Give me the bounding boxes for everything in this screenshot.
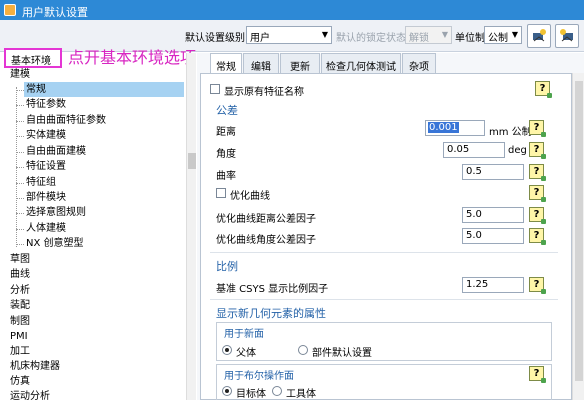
tree-item-drafting[interactable]: 制图 — [10, 314, 30, 329]
tolerance-title: 公差 — [216, 104, 238, 117]
tree-item-freeform-modeling[interactable]: 自由曲面建模 — [26, 144, 86, 159]
help-icon[interactable]: ? — [529, 228, 546, 245]
level-select[interactable]: 用户 ▼ — [246, 26, 332, 44]
csys-scale-label: 基准 CSYS 显示比例因子 — [216, 284, 329, 295]
tree-item-sketch[interactable]: 草图 — [10, 252, 30, 267]
tab-misc[interactable]: 杂项 — [402, 53, 436, 73]
lock-label: 默认的锁定状态 — [336, 33, 406, 44]
tool-body-label: 工具体 — [286, 389, 316, 400]
app-icon — [4, 4, 16, 16]
boolean-face-label: 用于布尔操作面 — [224, 371, 294, 382]
part-default-label: 部件默认设置 — [312, 348, 372, 359]
scroll-thumb[interactable] — [188, 153, 196, 169]
distance-label: 距离 — [216, 127, 236, 138]
angle-label: 角度 — [216, 149, 236, 160]
new-face-group — [216, 322, 552, 361]
scroll-thumb[interactable] — [575, 81, 583, 381]
new-face-label: 用于新面 — [224, 329, 264, 340]
help-icon[interactable]: ? — [529, 207, 546, 224]
title-bar: 用户默认设置 — [0, 0, 584, 20]
unit-select[interactable]: 公制 ▼ — [484, 26, 522, 44]
tree-item-human-modeling[interactable]: 人体建模 — [26, 221, 66, 236]
optimize-curve-checkbox[interactable] — [216, 188, 226, 198]
angle-unit: deg — [508, 145, 527, 156]
unit-label: 单位制 — [455, 33, 485, 44]
curvature-label: 曲率 — [216, 171, 236, 182]
show-names-label: 显示原有特征名称 — [224, 87, 304, 98]
tab-edit[interactable]: 编辑 — [243, 53, 279, 73]
tree-item-analysis[interactable]: 分析 — [10, 283, 30, 298]
tree-item-solid-modeling[interactable]: 实体建模 — [26, 128, 66, 143]
tree-item-freeform-params[interactable]: 自由曲面特征参数 — [26, 113, 106, 128]
curvature-input[interactable]: 0.5 — [462, 164, 524, 180]
window-title: 用户默认设置 — [22, 6, 88, 19]
tab-update[interactable]: 更新 — [280, 53, 320, 73]
help-icon[interactable]: ? — [535, 81, 552, 98]
opt-angle-label: 优化曲线角度公差因子 — [216, 235, 316, 246]
tree-item-modeling[interactable]: 建模 — [10, 67, 30, 82]
annotation-text: 点开基本环境选项 — [68, 48, 197, 67]
tree-item-simulation[interactable]: 仿真 — [10, 374, 30, 389]
help-icon[interactable]: ? — [529, 277, 546, 294]
chevron-down-icon: ▼ — [511, 30, 518, 39]
help-icon[interactable]: ? — [529, 185, 546, 202]
tool-body-radio[interactable] — [272, 386, 282, 396]
tree-item-machine-builder[interactable]: 机床构建器 — [10, 359, 60, 374]
optimize-curve-label: 优化曲线 — [230, 191, 270, 202]
tree-item-feature-params[interactable]: 特征参数 — [26, 97, 66, 112]
parent-radio[interactable] — [222, 345, 232, 355]
properties-title: 显示新几何元素的属性 — [216, 307, 326, 320]
tree-item-motion[interactable]: 运动分析 — [10, 389, 50, 400]
tree-item-feature-group[interactable]: 特征组 — [26, 175, 56, 190]
scale-title: 比例 — [216, 260, 238, 273]
part-default-radio[interactable] — [298, 345, 308, 355]
distance-input[interactable]: 0.001 — [425, 120, 485, 136]
tree-item-general[interactable]: 常规 — [24, 82, 184, 97]
help-icon[interactable]: ? — [529, 142, 546, 159]
level-label: 默认设置级别 — [185, 33, 245, 44]
tree-item-nx-realize-shape[interactable]: NX 创意塑型 — [26, 236, 84, 251]
parent-label: 父体 — [236, 348, 256, 359]
tree-scrollbar[interactable] — [186, 53, 196, 400]
target-body-radio[interactable] — [222, 386, 232, 396]
tree-item-curve[interactable]: 曲线 — [10, 267, 30, 282]
opt-angle-input[interactable]: 5.0 — [462, 228, 524, 244]
tree-item-pmi[interactable]: PMI — [10, 329, 28, 344]
distance-unit: mm 公制 — [489, 127, 532, 138]
tree-item-manufacturing[interactable]: 加工 — [10, 344, 30, 359]
lock-select[interactable]: 解锁 ▼ — [405, 26, 452, 44]
export-defaults-button[interactable] — [555, 24, 579, 48]
csys-scale-input[interactable]: 1.25 — [462, 277, 524, 293]
help-icon[interactable]: ? — [529, 366, 546, 383]
tree-item-part-module[interactable]: 部件模块 — [26, 190, 66, 205]
import-defaults-button[interactable] — [527, 24, 551, 48]
show-names-checkbox[interactable] — [210, 84, 220, 94]
export-icon — [560, 29, 573, 42]
tree-item-feature-settings[interactable]: 特征设置 — [26, 159, 66, 174]
target-body-label: 目标体 — [236, 389, 266, 400]
content-scrollbar[interactable] — [572, 73, 584, 400]
chevron-down-icon: ▼ — [441, 30, 448, 39]
import-icon — [533, 29, 546, 42]
tree-item-assembly[interactable]: 装配 — [10, 298, 30, 313]
help-icon[interactable]: ? — [529, 120, 546, 137]
angle-input[interactable]: 0.05 — [443, 142, 505, 158]
basic-environment-node[interactable]: 基本环境 — [4, 48, 62, 68]
tab-general[interactable]: 常规 — [210, 53, 242, 74]
opt-distance-input[interactable]: 5.0 — [462, 207, 524, 223]
opt-distance-label: 优化曲线距离公差因子 — [216, 214, 316, 225]
tree-item-selection-intent[interactable]: 选择意图规则 — [26, 205, 86, 220]
help-icon[interactable]: ? — [529, 164, 546, 181]
tab-geometry-check[interactable]: 检查几何体测试 — [321, 53, 401, 73]
chevron-down-icon: ▼ — [321, 30, 328, 39]
